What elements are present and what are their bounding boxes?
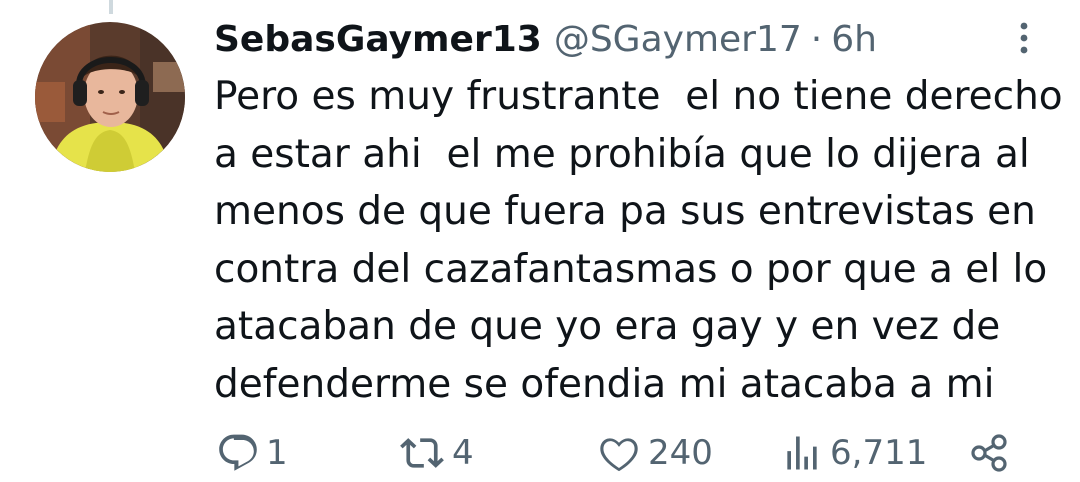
reply-button[interactable]: 1 — [216, 428, 288, 478]
separator-dot: · — [810, 18, 823, 60]
heart-icon — [600, 438, 638, 472]
retweet-icon — [400, 438, 444, 468]
reply-icon — [219, 434, 257, 471]
like-count: 240 — [648, 433, 713, 473]
avatar-image — [35, 22, 185, 172]
like-button[interactable]: 240 — [596, 428, 713, 478]
tweet-text-line: defenderme se ofendia mi atacaba a mi — [214, 361, 995, 407]
thread-connector-line — [109, 0, 113, 14]
timestamp[interactable]: 6h — [831, 19, 877, 60]
display-name[interactable]: SebasGaymer13 — [214, 19, 542, 60]
user-handle[interactable]: @SGaymer17 — [554, 19, 802, 60]
retweet-count: 4 — [452, 433, 474, 473]
views-icon — [787, 436, 817, 470]
more-options-icon — [1020, 22, 1028, 54]
tweet-header: SebasGaymer13 @SGaymer17 · 6h — [214, 14, 877, 64]
tweet-text-line: contra del cazafantasmas o por que a el … — [214, 246, 1048, 292]
tweet-text: Pero es muy frustrante el no tiene derec… — [214, 68, 1063, 413]
views-button[interactable]: 6,711 — [780, 428, 927, 478]
more-options-button[interactable] — [1000, 14, 1048, 62]
tweet-text-line: a estar ahi el me prohibía que lo dijera… — [214, 131, 1030, 177]
retweet-button[interactable]: 4 — [398, 428, 474, 478]
views-count: 6,711 — [830, 433, 928, 473]
reply-count: 1 — [266, 433, 288, 473]
action-bar: 1 4 240 6,711 — [0, 428, 1080, 478]
tweet-text-line: menos de que fuera pa sus entrevistas en — [214, 189, 1036, 234]
share-button[interactable] — [966, 428, 1012, 478]
tweet-text-line: Pero es muy frustrante el no tiene derec… — [214, 74, 1063, 119]
avatar[interactable] — [35, 22, 185, 172]
share-icon — [971, 434, 1007, 472]
tweet-text-line: atacaban de que yo era gay y en vez de — [214, 304, 1001, 349]
